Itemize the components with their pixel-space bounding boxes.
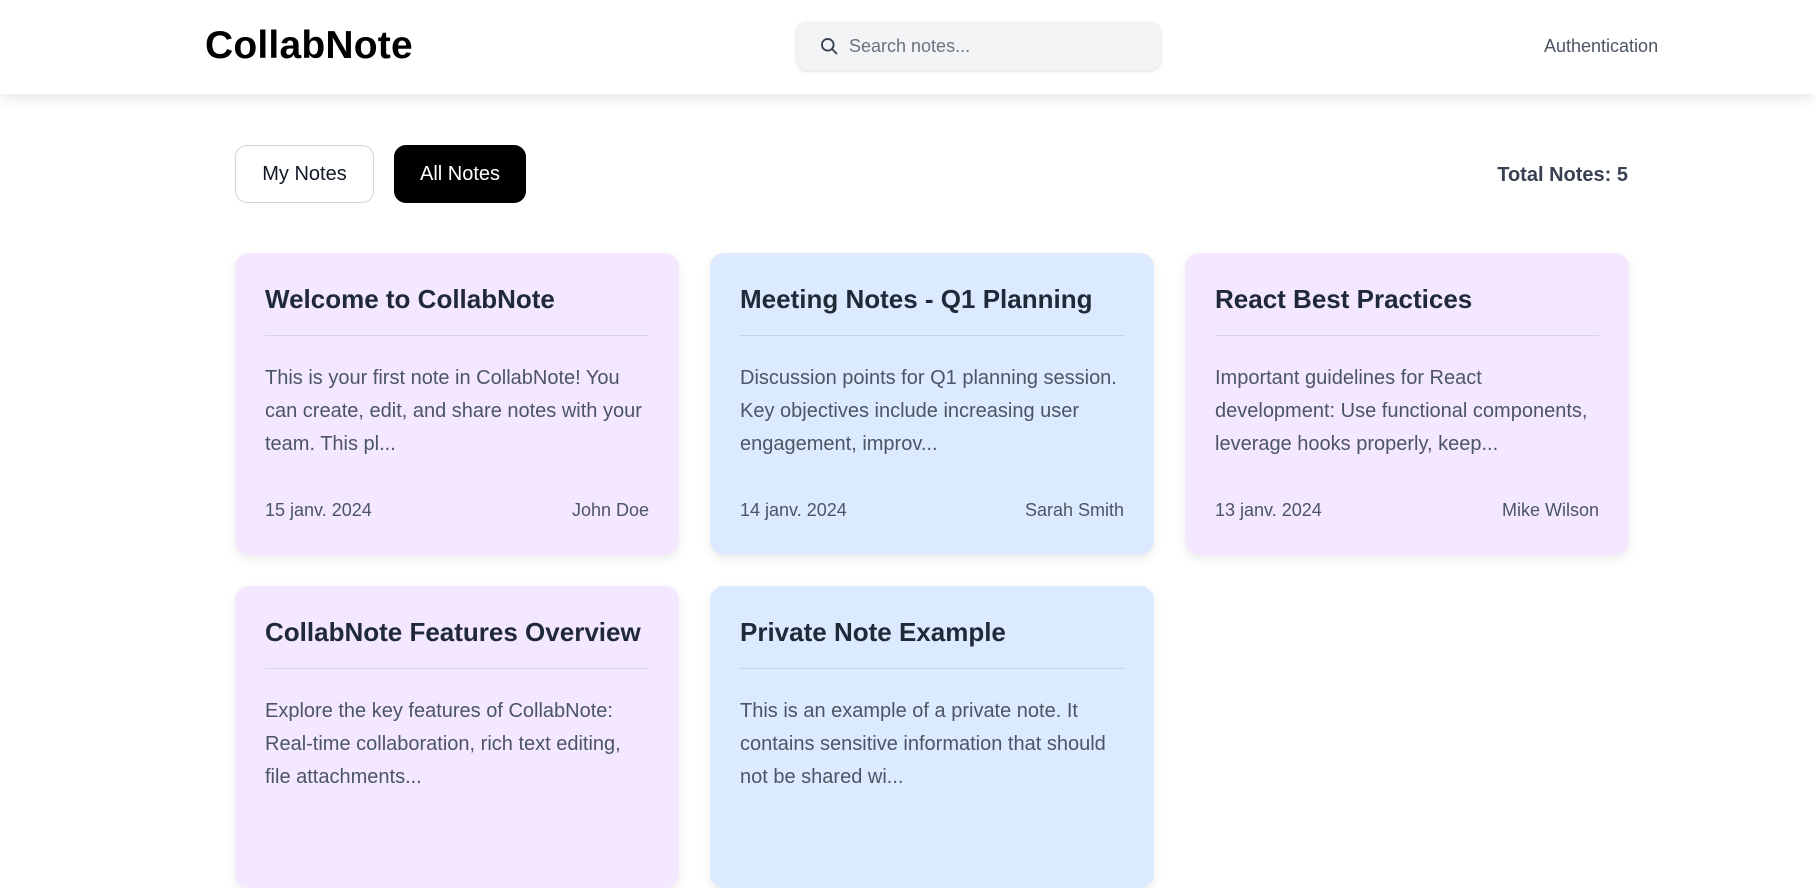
note-author: John Doe [571,500,649,520]
notes-filter-tabs: My Notes All Notes [235,145,526,203]
notes-grid: Welcome to CollabNote This is your first… [235,253,1629,888]
note-title: Private Note Example [740,616,1124,669]
note-date: 15 janv. 2024 [265,500,372,520]
note-card[interactable]: React Best Practices Important guideline… [1185,253,1629,555]
search-icon [821,38,838,55]
note-footer: 15 janv. 2024 John Doe [265,500,649,521]
note-date: 14 janv. 2024 [740,500,847,520]
note-card[interactable]: CollabNote Features Overview Explore the… [235,586,679,888]
app-logo[interactable]: CollabNote [205,24,413,68]
note-card[interactable]: Private Note Example This is an example … [710,586,1154,888]
note-footer: 14 janv. 2024 Sarah Smith [740,500,1124,521]
note-title: React Best Practices [1215,283,1599,336]
authentication-link[interactable]: Authentication [1544,36,1658,57]
note-excerpt: Explore the key features of CollabNote: … [265,700,621,788]
note-card[interactable]: Welcome to CollabNote This is your first… [235,253,679,555]
note-excerpt: Discussion points for Q1 planning sessio… [740,367,1117,455]
search-bar[interactable] [797,22,1160,70]
total-notes-count: Total Notes: 5 [1497,164,1628,186]
note-footer: 13 janv. 2024 Mike Wilson [1215,500,1599,521]
note-excerpt: This is your first note in CollabNote! Y… [265,367,642,455]
note-card[interactable]: Meeting Notes - Q1 Planning Discussion p… [710,253,1154,555]
tab-my-notes[interactable]: My Notes [235,145,374,203]
note-title: Welcome to CollabNote [265,283,649,336]
tab-all-notes[interactable]: All Notes [394,145,526,203]
top-navbar: CollabNote Authentication [0,0,1815,94]
note-excerpt: This is an example of a private note. It… [740,700,1106,788]
note-author: Sarah Smith [1024,500,1124,520]
note-title: CollabNote Features Overview [265,616,649,669]
note-author: Mike Wilson [1501,500,1599,520]
note-date: 13 janv. 2024 [1215,500,1322,520]
note-excerpt: Important guidelines for React developme… [1215,367,1588,455]
search-input[interactable] [849,35,1149,57]
note-title: Meeting Notes - Q1 Planning [740,283,1124,336]
